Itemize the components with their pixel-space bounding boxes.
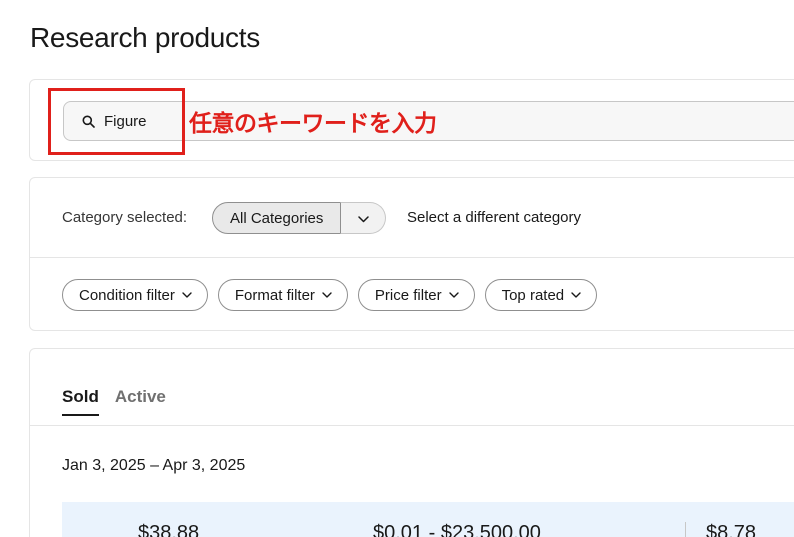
avg-sold-price: $38.88 [138, 522, 200, 537]
pill-label: Top rated [501, 286, 565, 304]
tab-sold[interactable]: Sold [62, 387, 99, 416]
select-different-category-link[interactable]: Select a different category [407, 209, 581, 226]
pill-label: Condition filter [79, 286, 175, 304]
avg-shipping: $8.78 [706, 522, 757, 537]
chevron-down-icon [182, 292, 192, 298]
chevron-down-icon [322, 292, 332, 298]
tab-active[interactable]: Active [115, 387, 166, 416]
format-filter-button[interactable]: Format filter [217, 279, 348, 311]
annotation-text: 任意のキーワードを入力 [189, 111, 437, 137]
category-split-button: All Categories [212, 202, 387, 234]
chevron-down-icon [571, 292, 581, 298]
date-range: Jan 3, 2025 – Apr 3, 2025 [62, 457, 246, 474]
pill-label: Price filter [374, 286, 442, 304]
category-select-button[interactable]: All Categories [212, 202, 342, 234]
results-tabs: Sold Active [62, 387, 166, 416]
filters-card: Category selected: All Categories Select… [29, 177, 794, 331]
stats-divider [685, 522, 686, 537]
page-title: Research products [30, 22, 260, 53]
top-rated-filter-button[interactable]: Top rated [484, 279, 598, 311]
stats-band: $38.88 $0.01 - $23,500.00 $8.78 [62, 502, 794, 537]
category-dropdown-toggle[interactable] [340, 202, 387, 234]
category-row: Category selected: All Categories Select… [30, 178, 794, 258]
condition-filter-button[interactable]: Condition filter [62, 279, 208, 311]
category-label: Category selected: [62, 209, 188, 226]
results-card: Sold Active Jan 3, 2025 – Apr 3, 2025 $3… [29, 348, 794, 537]
price-filter-button[interactable]: Price filter [357, 279, 475, 311]
highlight-box [48, 88, 185, 155]
chevron-down-icon [448, 292, 459, 298]
pill-label: Format filter [234, 286, 315, 304]
tab-divider [30, 425, 794, 426]
chevron-down-icon [358, 211, 369, 226]
sold-price-range: $0.01 - $23,500.00 [373, 522, 541, 537]
filter-pills: Condition filter Format filter Price fil… [62, 279, 598, 311]
